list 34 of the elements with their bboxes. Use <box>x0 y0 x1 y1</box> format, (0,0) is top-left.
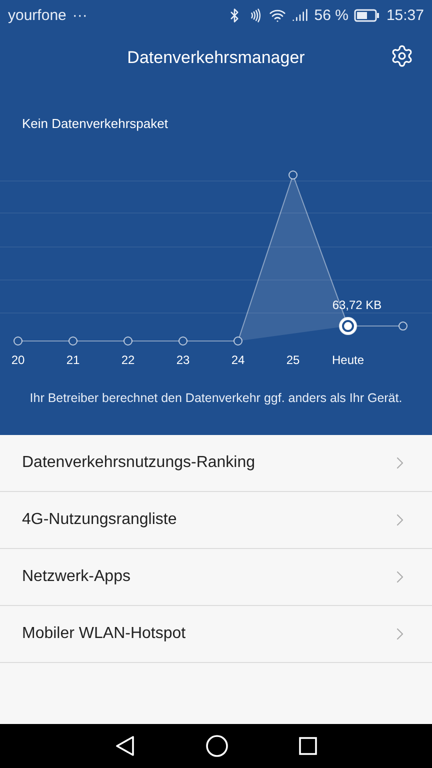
day-label: Heute <box>330 353 366 367</box>
plan-label: Kein Datenverkehrspaket <box>22 116 169 131</box>
carrier-note: Ihr Betreiber berechnet den Datenverkehr ggf. anders als Ihr Gerät. <box>28 391 404 405</box>
home-icon[interactable] <box>204 734 229 758</box>
selected-usage-value: 63,72 KB <box>332 298 382 312</box>
day-label: 21 <box>65 353 81 367</box>
back-icon[interactable] <box>114 735 136 757</box>
menu-label: 4G-Nutzungsrangliste <box>22 511 177 529</box>
data-point <box>398 322 408 331</box>
battery-percent: 56 % <box>314 6 348 24</box>
day-label: 22 <box>120 353 136 367</box>
day-point[interactable] <box>124 336 132 346</box>
day-point[interactable] <box>68 336 78 346</box>
day-label: 25 <box>285 353 301 367</box>
carrier-name: yourfone <box>8 6 66 24</box>
battery-icon <box>354 8 380 22</box>
day-label: 23 <box>175 353 191 367</box>
overflow-dots: ··· <box>72 6 88 24</box>
screen-title: Datenverkehrsmanager <box>127 48 305 68</box>
day-label: 20 <box>10 353 26 367</box>
day-point[interactable] <box>288 170 298 180</box>
settings-icon[interactable] <box>390 44 414 68</box>
day-point[interactable] <box>234 336 242 346</box>
recents-icon[interactable] <box>298 736 318 756</box>
menu-label: Mobiler WLAN-Hotspot <box>22 625 186 643</box>
day-label: 24 <box>230 353 246 367</box>
day-point[interactable] <box>14 336 22 346</box>
signal-icon <box>292 7 308 23</box>
clock-time: 15:37 <box>386 6 424 24</box>
day-point[interactable] <box>339 317 357 336</box>
menu-label: Datenverkehrsnutzungs-Ranking <box>22 454 256 472</box>
menu-label: Netzwerk-Apps <box>22 568 130 586</box>
day-point[interactable] <box>178 336 188 346</box>
nfc-icon <box>248 8 264 22</box>
